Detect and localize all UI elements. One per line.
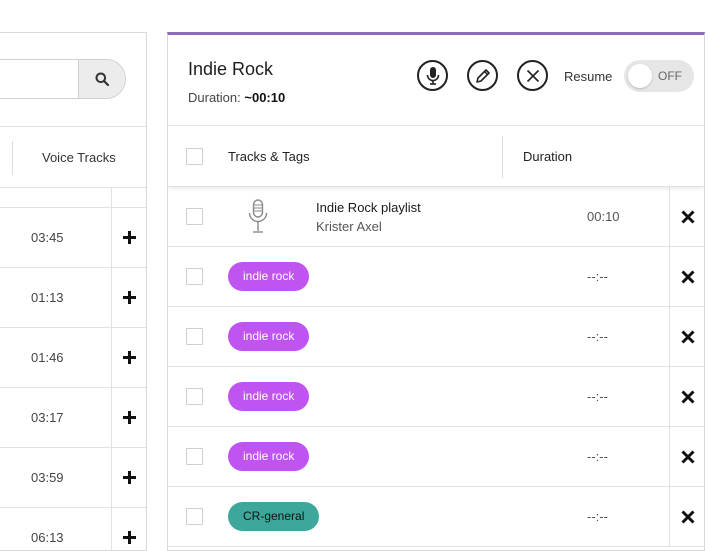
- row-checkbox[interactable]: [186, 388, 203, 405]
- tag-pill[interactable]: indie rock: [228, 262, 310, 291]
- microphone-icon: [248, 199, 268, 233]
- search-icon: [95, 72, 109, 86]
- library-row[interactable]: 03:45: [0, 208, 146, 268]
- tag-duration: --:--: [587, 509, 608, 524]
- add-to-playlist-button[interactable]: [118, 226, 140, 248]
- toggle-state-label: OFF: [658, 69, 682, 83]
- library-panel: Voice Tracks 03:45 01:13 01:46 03:17 03:59 06…: [0, 32, 147, 551]
- plus-icon: [122, 290, 136, 304]
- pencil-icon: [475, 68, 490, 83]
- tag-row[interactable]: CR-general --:--: [168, 487, 704, 547]
- remove-row-button[interactable]: [677, 446, 699, 468]
- tag-row[interactable]: indie rock --:--: [168, 427, 704, 487]
- add-to-playlist-button[interactable]: [118, 466, 140, 488]
- library-track-duration: 01:46: [31, 350, 64, 365]
- remove-row-button[interactable]: [677, 206, 699, 228]
- column-divider: [502, 136, 503, 178]
- resume-label: Resume: [564, 69, 613, 84]
- playlist-table-header: Tracks & Tags Duration: [168, 125, 704, 187]
- track-duration: 00:10: [587, 209, 620, 224]
- close-playlist-button[interactable]: [517, 60, 548, 91]
- plus-icon: [122, 230, 136, 244]
- add-to-playlist-button[interactable]: [118, 526, 140, 548]
- row-checkbox[interactable]: [186, 508, 203, 525]
- tag-pill[interactable]: indie rock: [228, 382, 310, 411]
- playlist-panel: Indie Rock Duration: ~00:10 Resume OFF T…: [167, 32, 705, 551]
- library-track-duration: 06:13: [31, 530, 64, 545]
- tag-pill[interactable]: CR-general: [228, 502, 320, 531]
- select-all-checkbox[interactable]: [186, 148, 203, 165]
- tag-duration: --:--: [587, 449, 608, 464]
- plus-icon: [122, 470, 136, 484]
- playlist-duration: Duration: ~00:10: [188, 90, 285, 105]
- playlist-title: Indie Rock: [188, 59, 274, 79]
- close-icon: [681, 330, 695, 344]
- tag-row[interactable]: indie rock --:--: [168, 367, 704, 427]
- library-search-input[interactable]: [0, 59, 126, 99]
- duration-label: Duration:: [188, 90, 241, 105]
- track-artist: Krister Axel: [316, 219, 382, 234]
- remove-row-button[interactable]: [677, 386, 699, 408]
- plus-icon: [122, 350, 136, 364]
- tag-pill[interactable]: indie rock: [228, 442, 310, 471]
- record-voice-track-button[interactable]: [417, 60, 448, 91]
- duration-value: ~00:10: [244, 90, 286, 105]
- close-icon: [681, 450, 695, 464]
- tag-row[interactable]: indie rock --:--: [168, 307, 704, 367]
- row-checkbox[interactable]: [186, 268, 203, 285]
- close-icon: [526, 69, 539, 82]
- row-checkbox[interactable]: [186, 208, 203, 225]
- library-track-duration: 03:45: [31, 230, 64, 245]
- remove-row-button[interactable]: [677, 506, 699, 528]
- tracks-tags-column-header[interactable]: Tracks & Tags: [228, 126, 310, 188]
- add-to-playlist-button[interactable]: [118, 406, 140, 428]
- column-divider: [12, 141, 13, 175]
- close-icon: [681, 510, 695, 524]
- voice-track-row[interactable]: Indie Rock playlist Krister Axel 00:10: [168, 187, 704, 247]
- tag-duration: --:--: [587, 329, 608, 344]
- tag-rows: indie rock --:-- indie rock --:-- indie rock…: [168, 247, 704, 547]
- close-icon: [681, 390, 695, 404]
- tag-duration: --:--: [587, 389, 608, 404]
- microphone-icon: [426, 66, 439, 85]
- library-table-header: Voice Tracks: [0, 126, 146, 189]
- tag-row[interactable]: indie rock --:--: [168, 247, 704, 307]
- library-rows: 03:45 01:13 01:46 03:17 03:59 06:13: [0, 208, 146, 550]
- row-checkbox[interactable]: [186, 328, 203, 345]
- library-track-duration: 03:17: [31, 410, 64, 425]
- edit-button[interactable]: [467, 60, 498, 91]
- plus-icon: [122, 530, 136, 544]
- library-row[interactable]: 01:13: [0, 268, 146, 328]
- track-title: Indie Rock playlist: [316, 200, 421, 215]
- remove-row-button[interactable]: [677, 326, 699, 348]
- plus-icon: [122, 410, 136, 424]
- playlist-rows: Indie Rock playlist Krister Axel 00:10 i…: [168, 187, 704, 547]
- add-to-playlist-button[interactable]: [118, 346, 140, 368]
- toggle-knob[interactable]: [628, 64, 652, 88]
- library-row[interactable]: 01:46: [0, 328, 146, 388]
- add-to-playlist-button[interactable]: [118, 286, 140, 308]
- row-checkbox[interactable]: [186, 448, 203, 465]
- tag-pill[interactable]: indie rock: [228, 322, 310, 351]
- library-row[interactable]: 03:17: [0, 388, 146, 448]
- library-track-duration: 03:59: [31, 470, 64, 485]
- resume-toggle[interactable]: OFF: [624, 60, 694, 92]
- voice-tracks-column-header[interactable]: Voice Tracks: [42, 127, 116, 189]
- library-track-duration: 01:13: [31, 290, 64, 305]
- library-row[interactable]: 03:59: [0, 448, 146, 508]
- library-row-partial: [0, 188, 146, 208]
- duration-column-header[interactable]: Duration: [523, 126, 572, 188]
- close-icon: [681, 270, 695, 284]
- close-icon: [681, 210, 695, 224]
- search-button[interactable]: [78, 60, 125, 98]
- library-row[interactable]: 06:13: [0, 508, 146, 550]
- tag-duration: --:--: [587, 269, 608, 284]
- remove-row-button[interactable]: [677, 266, 699, 288]
